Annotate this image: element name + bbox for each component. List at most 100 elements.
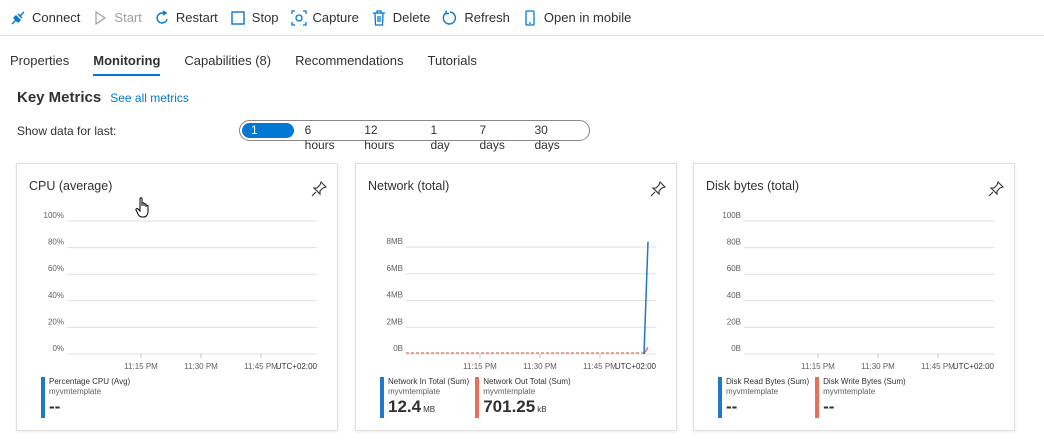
legend-series-name: Percentage CPU (Avg) (49, 377, 131, 386)
range-1-hour[interactable]: 1 hour (242, 123, 294, 152)
legend-value: -- (726, 396, 809, 418)
tab-strip: Properties Monitoring Capabilities (8) R… (10, 50, 501, 76)
legend-value: 12.4 MB (388, 396, 469, 421)
start-label: Start (114, 10, 142, 25)
legend-color-bar (815, 377, 820, 418)
legend-value-unit: kB (537, 405, 547, 414)
legend-item[interactable]: Disk Read Bytes (Sum) myvmtemplate -- (718, 377, 809, 418)
x-tick-label: 11:30 PM (861, 362, 895, 371)
cpu-chart: 100% 80% 60% 40% 20% 0% 11:15 PM 11:30 PM 11:45 … (44, 211, 318, 371)
tab-capabilities[interactable]: Capabilities (8) (184, 50, 271, 76)
legend-series-name: Network Out Total (Sum) (483, 377, 571, 386)
range-1-day[interactable]: 1 day (421, 123, 468, 152)
range-6-hours[interactable]: 6 hours (296, 123, 354, 152)
legend-value-number: -- (823, 397, 835, 416)
y-tick-label: 100% (44, 211, 64, 220)
y-tick-label: 8MB (387, 237, 403, 246)
series-network-in-line (643, 241, 649, 355)
open-in-mobile-button[interactable]: Open in mobile (522, 4, 637, 32)
legend-color-bar (718, 377, 722, 418)
legend-value-number: -- (726, 397, 738, 416)
legend-item[interactable]: Disk Write Bytes (Sum) myvmtemplate -- (815, 377, 906, 418)
disk-chart: 100B 80B 60B 40B 20B 0B 11:15 PM 11:30 PM 11:45 … (722, 211, 995, 371)
network-chart: 8MB 6MB 4MB 2MB 0B 11:15 PM 11:30 PM 11:45 PMUT… (387, 237, 657, 371)
x-tick-label: 11:15 PM (801, 362, 835, 371)
tab-properties[interactable]: Properties (10, 50, 69, 76)
y-tick-label: 60% (48, 264, 64, 273)
plug-icon (11, 11, 25, 24)
legend-value: -- (823, 396, 906, 418)
delete-label: Delete (392, 10, 431, 25)
refresh-button[interactable]: Refresh (442, 4, 516, 32)
legend-color-bar (380, 377, 384, 418)
delete-button[interactable]: Delete (371, 4, 437, 32)
x-tick-label: 11:45 PM (244, 362, 278, 371)
y-tick-label: 0% (52, 344, 64, 353)
show-data-label: Show data for last: (17, 124, 117, 138)
x-tick-label: 11:30 PM (184, 362, 218, 371)
range-7-days[interactable]: 7 days (470, 123, 523, 152)
connect-label: Connect (32, 10, 81, 25)
y-tick-label: 80B (727, 238, 741, 247)
x-tick-label: 11:45 PM (921, 362, 955, 371)
legend-color-bar (475, 377, 480, 418)
play-icon (95, 10, 107, 25)
legend-value-number: 701.25 (483, 397, 536, 416)
legend-item[interactable]: Network Out Total (Sum) myvmtemplate 701… (475, 377, 571, 421)
legend-series-name: Disk Write Bytes (Sum) (823, 377, 906, 386)
y-tick-label: 100B (722, 211, 741, 220)
legend-value-number: 12.4 (388, 397, 422, 416)
command-bar: Connect Start Restart Stop Capture Delet… (0, 0, 1044, 36)
chart-legend: Percentage CPU (Avg) myvmtemplate -- (41, 377, 136, 418)
range-30-days[interactable]: 30 days (525, 123, 585, 152)
tab-monitoring[interactable]: Monitoring (93, 50, 161, 76)
legend-resource: myvmtemplate (49, 387, 102, 396)
x-tick-label: 11:15 PM (463, 362, 497, 371)
y-tick-label: 40% (48, 291, 64, 300)
tab-recommendations[interactable]: Recommendations (295, 50, 403, 76)
restart-button[interactable]: Restart (154, 4, 224, 32)
capture-label: Capture (312, 10, 359, 25)
tab-tutorials[interactable]: Tutorials (428, 50, 477, 76)
y-tick-label: 2MB (387, 317, 403, 326)
legend-resource: myvmtemplate (483, 387, 536, 396)
x-tick-label: 11:15 PM (124, 362, 158, 371)
legend-resource: myvmtemplate (823, 387, 876, 396)
open-in-mobile-label: Open in mobile (543, 10, 632, 25)
timezone-label: UTC+02:00 (953, 362, 995, 371)
stop-label: Stop (251, 10, 279, 25)
y-tick-label: 80% (48, 238, 64, 247)
legend-value: 701.25 kB (483, 396, 570, 421)
y-tick-label: 60B (727, 264, 741, 273)
refresh-icon (443, 10, 457, 25)
restart-label: Restart (175, 10, 218, 25)
stop-icon (231, 10, 245, 25)
legend-resource: myvmtemplate (726, 387, 779, 396)
stop-button[interactable]: Stop (230, 4, 285, 32)
y-tick-label: 6MB (387, 264, 403, 273)
key-metrics-title: Key Metrics (17, 89, 102, 106)
refresh-label: Refresh (464, 10, 510, 25)
timezone-label: UTC+02:00 (276, 362, 318, 371)
hand-pointer-icon (135, 197, 149, 218)
range-12-hours[interactable]: 12 hours (355, 123, 419, 152)
disk-chart-card[interactable]: Disk bytes (total) 100B 80B 60B 40B 20B 0B 11:… (693, 163, 1015, 431)
restart-icon (156, 9, 168, 24)
legend-value: -- (49, 396, 130, 418)
y-tick-label: 20% (48, 317, 64, 326)
legend-value-number: -- (49, 397, 61, 416)
network-chart-card[interactable]: Network (total) 8MB 6MB 4MB 2MB 0B 11:15 PM 11… (355, 163, 677, 431)
trash-icon (372, 9, 385, 26)
connect-button[interactable]: Connect (10, 4, 86, 32)
legend-item[interactable]: Percentage CPU (Avg) myvmtemplate -- (41, 377, 130, 418)
mobile-phone-icon (525, 9, 535, 26)
start-button[interactable]: Start (92, 4, 147, 32)
capture-button[interactable]: Capture (290, 4, 365, 32)
time-range-selector: 1 hour 6 hours 12 hours 1 day 7 days 30 … (239, 120, 590, 152)
chart-legend: Network In Total (Sum) myvmtemplate 12.4… (380, 377, 577, 421)
chart-legend: Disk Read Bytes (Sum) myvmtemplate -- Di… (718, 377, 912, 418)
y-tick-label: 0B (393, 344, 403, 353)
cpu-chart-card[interactable]: CPU (average) 100% 80% 60% 40% 20% 0% 11:15 PM… (16, 163, 338, 431)
see-all-metrics-link[interactable]: See all metrics (110, 91, 189, 105)
legend-item[interactable]: Network In Total (Sum) myvmtemplate 12.4… (380, 377, 469, 421)
